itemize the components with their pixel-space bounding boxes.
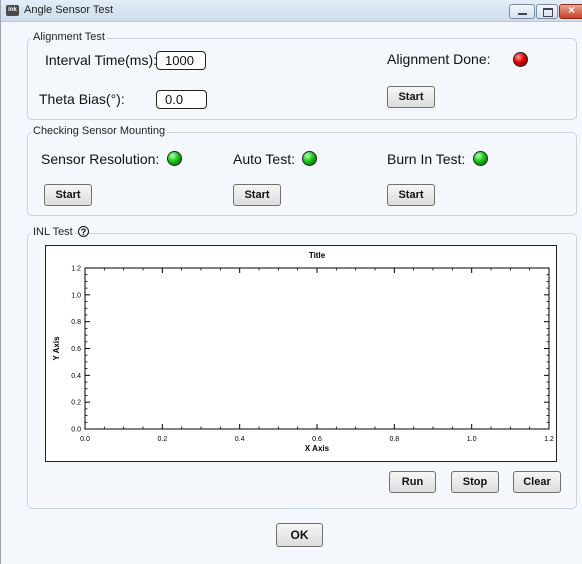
sensor-resolution-label: Sensor Resolution:	[41, 151, 160, 167]
theta-bias-input[interactable]	[156, 90, 207, 109]
x-tick-label: 1.2	[544, 436, 554, 443]
alignment-done-label: Alignment Done:	[387, 51, 491, 67]
x-tick-label: 0.8	[389, 436, 399, 443]
y-tick-label: 1.0	[71, 292, 81, 299]
alignment-done-indicator	[513, 52, 528, 67]
auto-test-label: Auto Test:	[233, 151, 296, 167]
y-tick-label: 0.8	[71, 319, 81, 326]
alignment-start-button[interactable]: Start	[387, 86, 435, 108]
sensor-mounting-group	[27, 132, 577, 216]
app-window: ink Angle Sensor Test × Alignment Test I…	[0, 0, 582, 564]
title-bar[interactable]: ink Angle Sensor Test ×	[1, 0, 582, 22]
sensor-resolution-start-button[interactable]: Start	[44, 184, 92, 206]
question-circle-icon[interactable]: ?	[78, 226, 89, 237]
chart-title: Title	[309, 251, 326, 260]
sensor-mounting-title: Checking Sensor Mounting	[31, 125, 168, 137]
y-tick-label: 0.6	[71, 346, 81, 353]
x-axis-label: X Axis	[305, 444, 330, 453]
inl-test-title: INL Test	[31, 226, 75, 238]
window-title: Angle Sensor Test	[24, 4, 114, 16]
maximize-button[interactable]	[536, 4, 558, 19]
chart-svg: Title 0.0 0.2 0.4 0.6 0.8 1.0 1.2 0.0 0.2 0.4 0.6 0.…	[52, 251, 554, 453]
interval-time-label: Interval Time(ms):	[45, 52, 158, 68]
stop-button[interactable]: Stop	[451, 471, 499, 493]
burn-in-test-label: Burn In Test:	[387, 151, 466, 167]
inl-chart: Title 0.0 0.2 0.4 0.6 0.8 1.0 1.2 0.0 0.2 0.4 0.6 0.…	[45, 245, 557, 462]
x-tick-label: 0.0	[80, 436, 90, 443]
alignment-test-title: Alignment Test	[31, 31, 107, 43]
plot-area	[84, 267, 550, 430]
x-tick-label: 1.0	[467, 436, 477, 443]
auto-test-start-button[interactable]: Start	[233, 184, 281, 206]
y-axis-label: Y Axis	[52, 336, 61, 361]
close-icon: ×	[568, 3, 576, 17]
theta-bias-label: Theta Bias(°):	[39, 91, 125, 107]
sensor-resolution-indicator	[167, 151, 182, 166]
burn-in-test-start-button[interactable]: Start	[387, 184, 435, 206]
y-tick-label: 0.2	[71, 400, 81, 407]
minimize-icon	[518, 13, 527, 15]
close-button[interactable]: ×	[559, 3, 582, 19]
alignment-test-group	[27, 38, 577, 120]
x-tick-label: 0.2	[157, 436, 167, 443]
maximize-icon	[543, 8, 553, 17]
y-tick-label: 0.0	[71, 427, 81, 434]
clear-button[interactable]: Clear	[513, 471, 561, 493]
x-tick-label: 0.4	[235, 436, 245, 443]
ok-button[interactable]: OK	[276, 523, 323, 547]
x-tick-label: 0.6	[312, 436, 322, 443]
minimize-button[interactable]	[509, 4, 535, 19]
run-button[interactable]: Run	[389, 471, 436, 493]
y-tick-label: 0.4	[71, 373, 81, 380]
burn-in-test-indicator	[473, 151, 488, 166]
y-tick-label: 1.2	[71, 266, 81, 273]
app-icon: ink	[6, 5, 19, 16]
interval-time-input[interactable]	[156, 51, 206, 70]
auto-test-indicator	[302, 151, 317, 166]
